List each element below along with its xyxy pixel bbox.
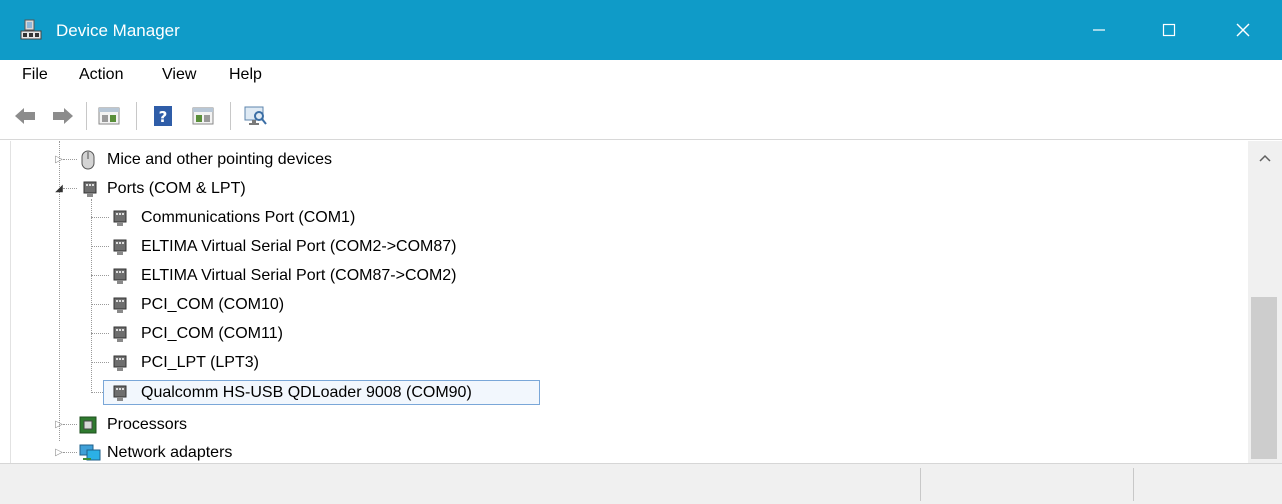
tree-node-port-child-selected[interactable]: Qualcomm HS-USB QDLoader 9008 (COM90) bbox=[11, 378, 611, 407]
expanded-expander-icon[interactable]: ◢ bbox=[53, 174, 65, 203]
svg-text:?: ? bbox=[159, 108, 168, 126]
help-icon[interactable]: ? bbox=[150, 103, 176, 129]
tree-node-label: ELTIMA Virtual Serial Port (COM2->COM87) bbox=[141, 238, 457, 255]
maximize-icon bbox=[1162, 23, 1176, 37]
tree-node-label: Communications Port (COM1) bbox=[141, 209, 356, 226]
port-icon bbox=[113, 210, 127, 226]
tree-node-port-child[interactable]: PCI_COM (COM10) bbox=[11, 290, 611, 319]
tree-node-label: PCI_LPT (LPT3) bbox=[141, 354, 259, 371]
menu-action[interactable]: Action bbox=[79, 65, 123, 85]
tree-node-processors[interactable]: ▷ Processors bbox=[11, 410, 511, 439]
tree-node-label: Qualcomm HS-USB QDLoader 9008 (COM90) bbox=[141, 384, 472, 401]
tree-node-mice[interactable]: ▷ Mice and other pointing devices bbox=[11, 145, 511, 174]
update-driver-icon[interactable] bbox=[190, 103, 216, 129]
close-button[interactable] bbox=[1214, 0, 1272, 60]
collapsed-expander-icon[interactable]: ▷ bbox=[53, 410, 65, 439]
port-icon bbox=[113, 355, 127, 371]
device-manager-icon bbox=[20, 19, 42, 40]
chevron-up-icon bbox=[1259, 154, 1271, 162]
collapsed-expander-icon[interactable]: ▷ bbox=[53, 145, 65, 174]
tree-node-port-child[interactable]: ELTIMA Virtual Serial Port (COM87->COM2) bbox=[11, 261, 611, 290]
menu-file[interactable]: File bbox=[22, 65, 48, 85]
tree-node-label: Processors bbox=[107, 416, 188, 433]
tree-node-label: Network adapters bbox=[107, 444, 233, 461]
scan-hardware-icon[interactable] bbox=[242, 103, 268, 129]
scroll-up-button[interactable] bbox=[1248, 141, 1282, 175]
status-divider bbox=[1133, 468, 1134, 501]
minimize-button[interactable] bbox=[1070, 0, 1128, 60]
port-icon bbox=[113, 385, 127, 401]
maximize-button[interactable] bbox=[1140, 0, 1198, 60]
tree-node-label: Mice and other pointing devices bbox=[107, 151, 333, 168]
forward-arrow-icon[interactable] bbox=[50, 103, 76, 129]
scroll-thumb[interactable] bbox=[1251, 297, 1277, 459]
device-tree[interactable]: ▷ Mice and other pointing devices ◢ Port… bbox=[10, 141, 1248, 463]
processor-icon bbox=[79, 416, 97, 434]
mouse-icon bbox=[81, 150, 95, 170]
tree-node-port-child[interactable]: Communications Port (COM1) bbox=[11, 203, 611, 232]
status-bar bbox=[0, 463, 1282, 504]
tree-node-port-child[interactable]: ELTIMA Virtual Serial Port (COM2->COM87) bbox=[11, 232, 611, 261]
port-icon bbox=[113, 297, 127, 313]
minimize-icon bbox=[1093, 29, 1105, 31]
tree-node-label: PCI_COM (COM10) bbox=[141, 296, 285, 313]
port-icon bbox=[113, 239, 127, 255]
tree-node-label: PCI_COM (COM11) bbox=[141, 325, 283, 342]
tree-node-label: Ports (COM & LPT) bbox=[107, 180, 246, 197]
collapsed-expander-icon[interactable]: ▷ bbox=[53, 438, 65, 463]
properties-icon[interactable] bbox=[96, 103, 122, 129]
vertical-scrollbar[interactable] bbox=[1248, 141, 1282, 463]
port-icon bbox=[113, 268, 127, 284]
network-adapter-icon bbox=[79, 444, 101, 461]
tree-node-port-child[interactable]: PCI_LPT (LPT3) bbox=[11, 348, 611, 377]
port-icon bbox=[113, 326, 127, 342]
window-title: Device Manager bbox=[56, 21, 180, 40]
toolbar-separator bbox=[86, 102, 87, 130]
menu-help[interactable]: Help bbox=[229, 65, 262, 85]
back-arrow-icon[interactable] bbox=[12, 103, 38, 129]
menu-view[interactable]: View bbox=[162, 65, 196, 85]
title-bar: Device Manager bbox=[0, 0, 1282, 60]
port-icon bbox=[83, 181, 97, 197]
tree-node-ports[interactable]: ◢ Ports (COM & LPT) bbox=[11, 174, 511, 203]
menu-bar: File Action View Help bbox=[0, 60, 1282, 90]
tree-node-label: ELTIMA Virtual Serial Port (COM87->COM2) bbox=[141, 267, 457, 284]
status-divider bbox=[920, 468, 921, 501]
toolbar-separator bbox=[230, 102, 231, 130]
tree-node-port-child[interactable]: PCI_COM (COM11) bbox=[11, 319, 611, 348]
toolbar: ? bbox=[0, 90, 1282, 140]
toolbar-separator bbox=[136, 102, 137, 130]
tree-node-network-adapters[interactable]: ▷ Network adapters bbox=[11, 438, 511, 463]
close-icon bbox=[1236, 23, 1250, 37]
